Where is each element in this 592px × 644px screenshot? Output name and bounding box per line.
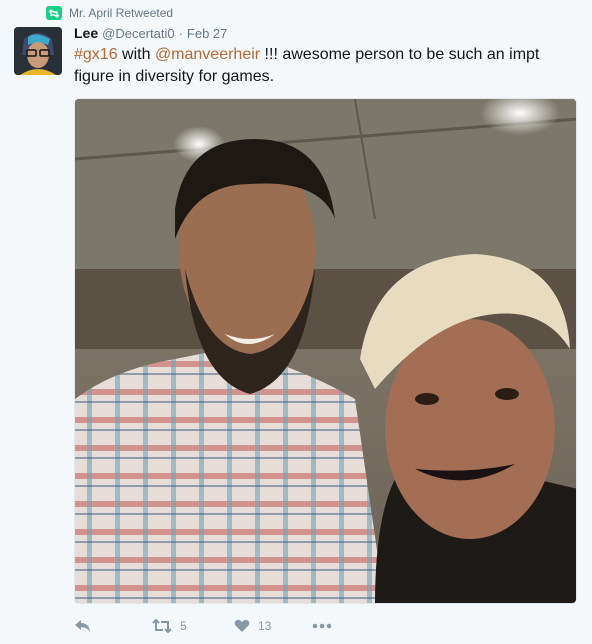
reply-button[interactable] xyxy=(74,619,152,633)
author-handle[interactable]: @Decertati0 xyxy=(102,26,174,41)
tweet-actions: 5 13 xyxy=(74,616,332,636)
retweet-badge-icon xyxy=(46,6,62,20)
tweet-header: Lee @Decertati0 · Feb 27 xyxy=(74,25,227,41)
retweet-icon xyxy=(152,619,172,633)
heart-icon xyxy=(234,619,250,633)
retweet-context: Mr. April Retweeted xyxy=(46,4,173,22)
avatar[interactable] xyxy=(14,27,62,75)
author-name[interactable]: Lee xyxy=(74,25,98,41)
retweet-context-text: Mr. April Retweeted xyxy=(69,6,174,20)
retweet-button[interactable]: 5 xyxy=(152,619,234,633)
tweet-photo[interactable] xyxy=(74,98,577,604)
like-button[interactable]: 13 xyxy=(234,619,312,633)
separator: · xyxy=(178,26,183,41)
tweet-text: #gx16 with @manveerheir !!! awesome pers… xyxy=(74,44,574,88)
retweet-count: 5 xyxy=(180,619,187,633)
tweet-date[interactable]: Feb 27 xyxy=(187,26,227,41)
more-button[interactable] xyxy=(312,623,332,629)
like-count: 13 xyxy=(258,619,272,633)
tweet-card[interactable]: Mr. April Retweeted Lee @Decertati0 · Fe… xyxy=(0,0,592,644)
hashtag-link[interactable]: #gx16 xyxy=(74,46,118,63)
mention-link[interactable]: @manveerheir xyxy=(155,46,260,63)
tweet-text-part: with xyxy=(117,46,155,63)
reply-icon xyxy=(74,619,91,633)
more-icon xyxy=(312,623,332,629)
